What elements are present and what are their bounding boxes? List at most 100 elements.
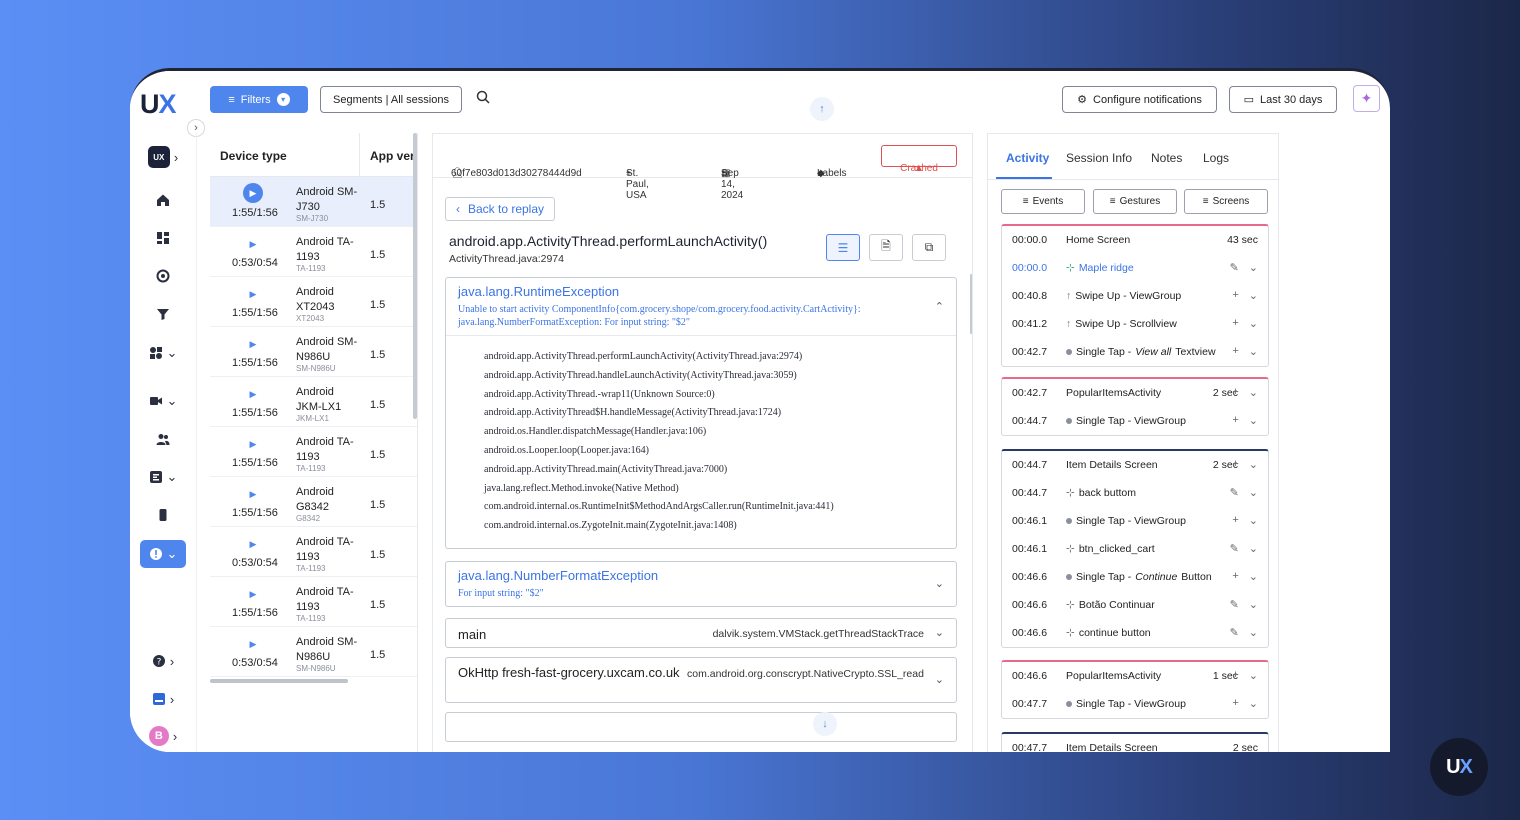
tab-notes[interactable]: Notes [1151, 151, 1182, 165]
chevron-down-icon[interactable]: ⌄ [1249, 414, 1258, 427]
screen-card[interactable]: 00:44.7 Item Details Screen 2 sec + ⌄ 00:44.7… [1001, 449, 1269, 648]
filters-button[interactable]: ≡ Filters ▾ [210, 86, 308, 113]
exception-header[interactable]: java.lang.RuntimeException Unable to sta… [446, 278, 956, 335]
raw-view-button[interactable]: 🗎︎ [869, 234, 903, 261]
event-row[interactable]: 00:46.1 ⊹ btn_clicked_cart ✎ ⌄ [1002, 535, 1268, 563]
thread-okhttp[interactable]: OkHttp fresh-fast-grocery.uxcam.co.uk co… [445, 657, 957, 703]
table-row[interactable]: ▶ 1:55/1:56 Android G8342 G8342 1.5 [210, 477, 417, 527]
play-icon[interactable]: ▶ [245, 236, 261, 252]
event-row[interactable]: 00:41.2 ↑ Swipe Up - Scrollview + ⌄ [1002, 310, 1268, 338]
add-icon[interactable]: + [1232, 669, 1238, 682]
event-row[interactable]: 00:40.8 ↑ Swipe Up - ViewGroup + ⌄ [1002, 282, 1268, 310]
edit-icon[interactable]: ✎ [1230, 626, 1239, 639]
play-icon[interactable]: ▶ [245, 386, 261, 402]
chevron-down-icon[interactable]: ⌄ [1249, 570, 1258, 583]
play-icon[interactable]: ▶ [245, 636, 261, 652]
play-icon[interactable]: ▶ [245, 286, 261, 302]
configure-notifications-button[interactable]: ⚙ Configure notifications [1062, 86, 1217, 113]
gestures-filter-button[interactable]: ≡ Gestures [1093, 189, 1177, 214]
scroll-up-button[interactable]: ↑ [810, 97, 834, 121]
screen-card[interactable]: 00:00.0 Home Screen 43 sec 00:00.0 ⊹ Maple ri… [1001, 224, 1269, 367]
edit-icon[interactable]: ✎ [1230, 486, 1239, 499]
play-icon[interactable]: ▶ [245, 586, 261, 602]
chevron-down-icon[interactable]: ⌄ [1249, 386, 1258, 399]
chevron-down-icon[interactable]: ⌄ [1249, 598, 1258, 611]
chevron-down-icon[interactable]: ⌄ [1249, 458, 1258, 471]
scroll-down-button[interactable]: ↓ [813, 712, 837, 736]
tab-activity[interactable]: Activity [1006, 151, 1049, 165]
event-row[interactable]: 00:44.7 Single Tap - ViewGroup + ⌄ [1002, 407, 1268, 435]
add-icon[interactable]: + [1232, 289, 1238, 302]
event-row[interactable]: 00:46.6 ⊹ continue button ✎ ⌄ [1002, 619, 1268, 647]
search-icon[interactable] [476, 90, 490, 107]
nav-heatmaps[interactable]: ⌄ [140, 339, 186, 367]
workspace-switcher[interactable]: UX › [140, 143, 186, 171]
column-app-version[interactable]: App version [359, 133, 417, 177]
thread-main[interactable]: main dalvik.system.VMStack.getThreadStac… [445, 618, 957, 648]
table-row[interactable]: ▶ 1:55/1:56 Android TA-1193 TA-1193 1.5 [210, 427, 417, 477]
event-row[interactable]: 00:47.7 Single Tap - ViewGroup + ⌄ [1002, 690, 1268, 718]
event-row[interactable]: 00:46.6 ⊹ Botão Continuar ✎ ⌄ [1002, 591, 1268, 619]
add-icon[interactable]: + [1232, 570, 1238, 583]
date-range-button[interactable]: ▭ Last 30 days [1229, 86, 1337, 113]
screen-card[interactable]: 00:46.6 PopularItemsActivity 1 sec + ⌄ 00:47.… [1001, 660, 1269, 719]
nav-retention[interactable] [140, 262, 186, 290]
nav-sessions[interactable]: ⌄ [140, 387, 186, 415]
exception-header[interactable]: java.lang.NumberFormatException For inpu… [446, 562, 956, 606]
chevron-down-icon[interactable]: ⌄ [1249, 626, 1258, 639]
ai-assistant-button[interactable]: ✦ [1353, 85, 1380, 112]
tab-session-info[interactable]: Session Info [1066, 151, 1132, 165]
back-to-replay-button[interactable]: ‹ Back to replay [445, 197, 555, 221]
add-icon[interactable]: + [1232, 514, 1238, 527]
nav-help[interactable]: ? › [140, 647, 186, 675]
screen-header[interactable]: 00:42.7 PopularItemsActivity 2 sec + ⌄ [1002, 379, 1268, 407]
table-row[interactable]: ▶ 1:55/1:56 Android TA-1193 TA-1193 1.5 [210, 577, 417, 627]
play-icon[interactable]: ▶ [245, 436, 261, 452]
add-icon[interactable]: + [1232, 458, 1238, 471]
nav-events[interactable]: ⌄ [140, 463, 186, 491]
nav-users[interactable] [140, 425, 186, 453]
add-icon[interactable]: + [1232, 317, 1238, 330]
column-device-type[interactable]: Device type [220, 149, 287, 163]
crashed-status-badge[interactable]: ▲ Crashed [881, 145, 957, 174]
nav-issues[interactable]: ⌄ [140, 540, 186, 568]
edit-icon[interactable]: ✎ [1230, 542, 1239, 555]
chevron-down-icon[interactable]: ⌄ [1249, 289, 1258, 302]
chevron-down-icon[interactable]: ⌄ [1249, 697, 1258, 710]
edit-icon[interactable]: ✎ [1230, 261, 1239, 274]
chevron-down-icon[interactable]: ⌄ [1249, 514, 1258, 527]
screen-header[interactable]: 00:46.6 PopularItemsActivity 1 sec + ⌄ [1002, 662, 1268, 690]
copy-button[interactable]: ⧉ [912, 234, 946, 261]
screen-header[interactable]: 00:47.7 Item Details Screen 2 sec [1002, 734, 1268, 752]
chevron-down-icon[interactable]: ⌄ [1249, 542, 1258, 555]
nav-devices[interactable] [140, 501, 186, 529]
table-row[interactable]: ▶ 1:55/1:56 Android SM-J730 SM-J730 1.5 [210, 177, 417, 227]
segments-button[interactable]: Segments | All sessions [320, 86, 462, 113]
add-icon[interactable]: + [1232, 697, 1238, 710]
chevron-down-icon[interactable]: ⌄ [1249, 345, 1258, 358]
table-row[interactable]: ▶ 0:53/0:54 Android TA-1193 TA-1193 1.5 [210, 227, 417, 277]
uxcam-logo[interactable]: UX [140, 89, 177, 120]
screens-filter-button[interactable]: ≡ Screens [1184, 189, 1268, 214]
add-icon[interactable]: + [1232, 345, 1238, 358]
add-icon[interactable]: + [1232, 414, 1238, 427]
nav-inbox[interactable]: › [140, 685, 186, 713]
user-menu[interactable]: B › [140, 722, 186, 750]
thread-more[interactable] [445, 712, 957, 742]
screen-card[interactable]: 00:47.7 Item Details Screen 2 sec [1001, 732, 1269, 752]
play-icon[interactable]: ▶ [243, 183, 263, 203]
crash-panel-scrollbar[interactable] [970, 274, 972, 334]
screen-header[interactable]: 00:00.0 Home Screen 43 sec [1002, 226, 1268, 254]
event-row[interactable]: 00:42.7 Single Tap - View all Textview + ⌄ [1002, 338, 1268, 366]
chevron-down-icon[interactable]: ⌄ [1249, 317, 1258, 330]
play-icon[interactable]: ▶ [245, 486, 261, 502]
nav-funnels[interactable] [140, 300, 186, 328]
tab-logs[interactable]: Logs [1203, 151, 1229, 165]
chevron-down-icon[interactable]: ⌄ [1249, 486, 1258, 499]
play-icon[interactable]: ▶ [245, 336, 261, 352]
list-view-button[interactable]: ☰ [826, 234, 860, 261]
edit-icon[interactable]: ✎ [1230, 598, 1239, 611]
event-row[interactable]: 00:46.6 Single Tap - Continue Button + ⌄ [1002, 563, 1268, 591]
chevron-down-icon[interactable]: ⌄ [1249, 669, 1258, 682]
event-row[interactable]: 00:00.0 ⊹ Maple ridge ✎ ⌄ [1002, 254, 1268, 282]
